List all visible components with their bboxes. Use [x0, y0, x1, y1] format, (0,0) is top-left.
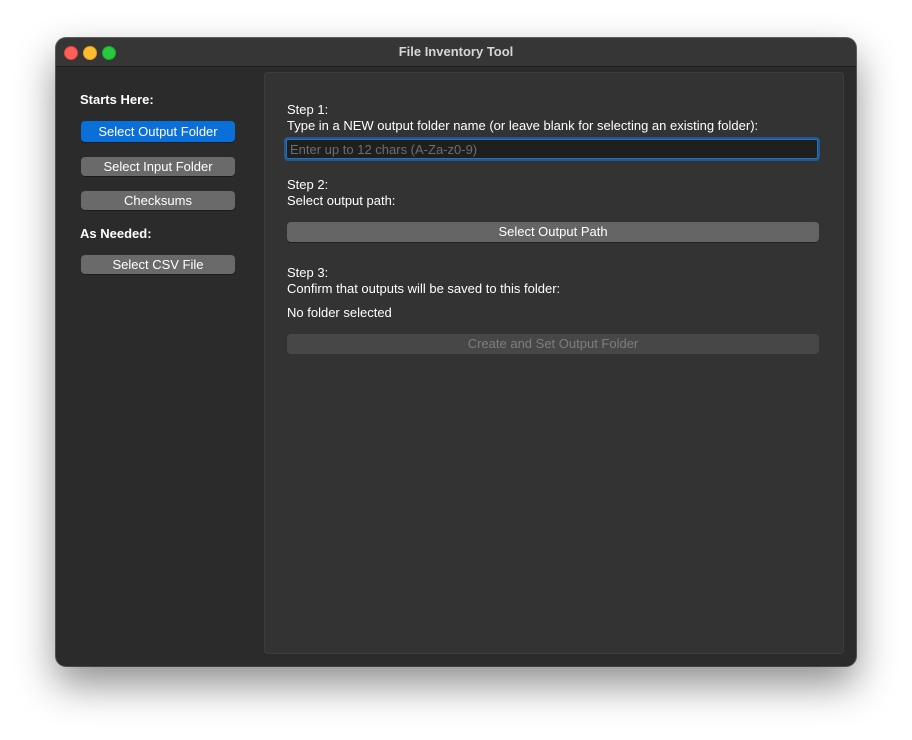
select-output-path-button[interactable]: Select Output Path — [287, 222, 819, 242]
step1-title: Step 1: — [287, 102, 329, 117]
output-folder-panel: Step 1: Type in a NEW output folder name… — [264, 72, 844, 654]
folder-name-input[interactable] — [286, 139, 818, 159]
create-and-set-output-folder-button[interactable]: Create and Set Output Folder — [287, 334, 819, 354]
step2-description: Select output path: — [287, 193, 396, 208]
step3-title: Step 3: — [287, 265, 329, 280]
select-input-folder-button[interactable]: Select Input Folder — [81, 157, 235, 176]
step3-description: Confirm that outputs will be saved to th… — [287, 281, 561, 296]
select-output-folder-button[interactable]: Select Output Folder — [81, 121, 235, 142]
step1-description: Type in a NEW output folder name (or lea… — [287, 118, 759, 133]
section-label-starts-here: Starts Here: — [80, 92, 154, 107]
app-window: File Inventory Tool Starts Here: Select … — [56, 38, 856, 666]
window-title: File Inventory Tool — [398, 44, 514, 59]
title-bar: File Inventory Tool — [56, 38, 856, 67]
step2-title: Step 2: — [287, 177, 329, 192]
section-label-as-needed: As Needed: — [80, 226, 152, 241]
checksums-button[interactable]: Checksums — [81, 191, 235, 210]
select-csv-file-button[interactable]: Select CSV File — [81, 255, 235, 274]
selected-folder-text: No folder selected — [287, 305, 392, 320]
